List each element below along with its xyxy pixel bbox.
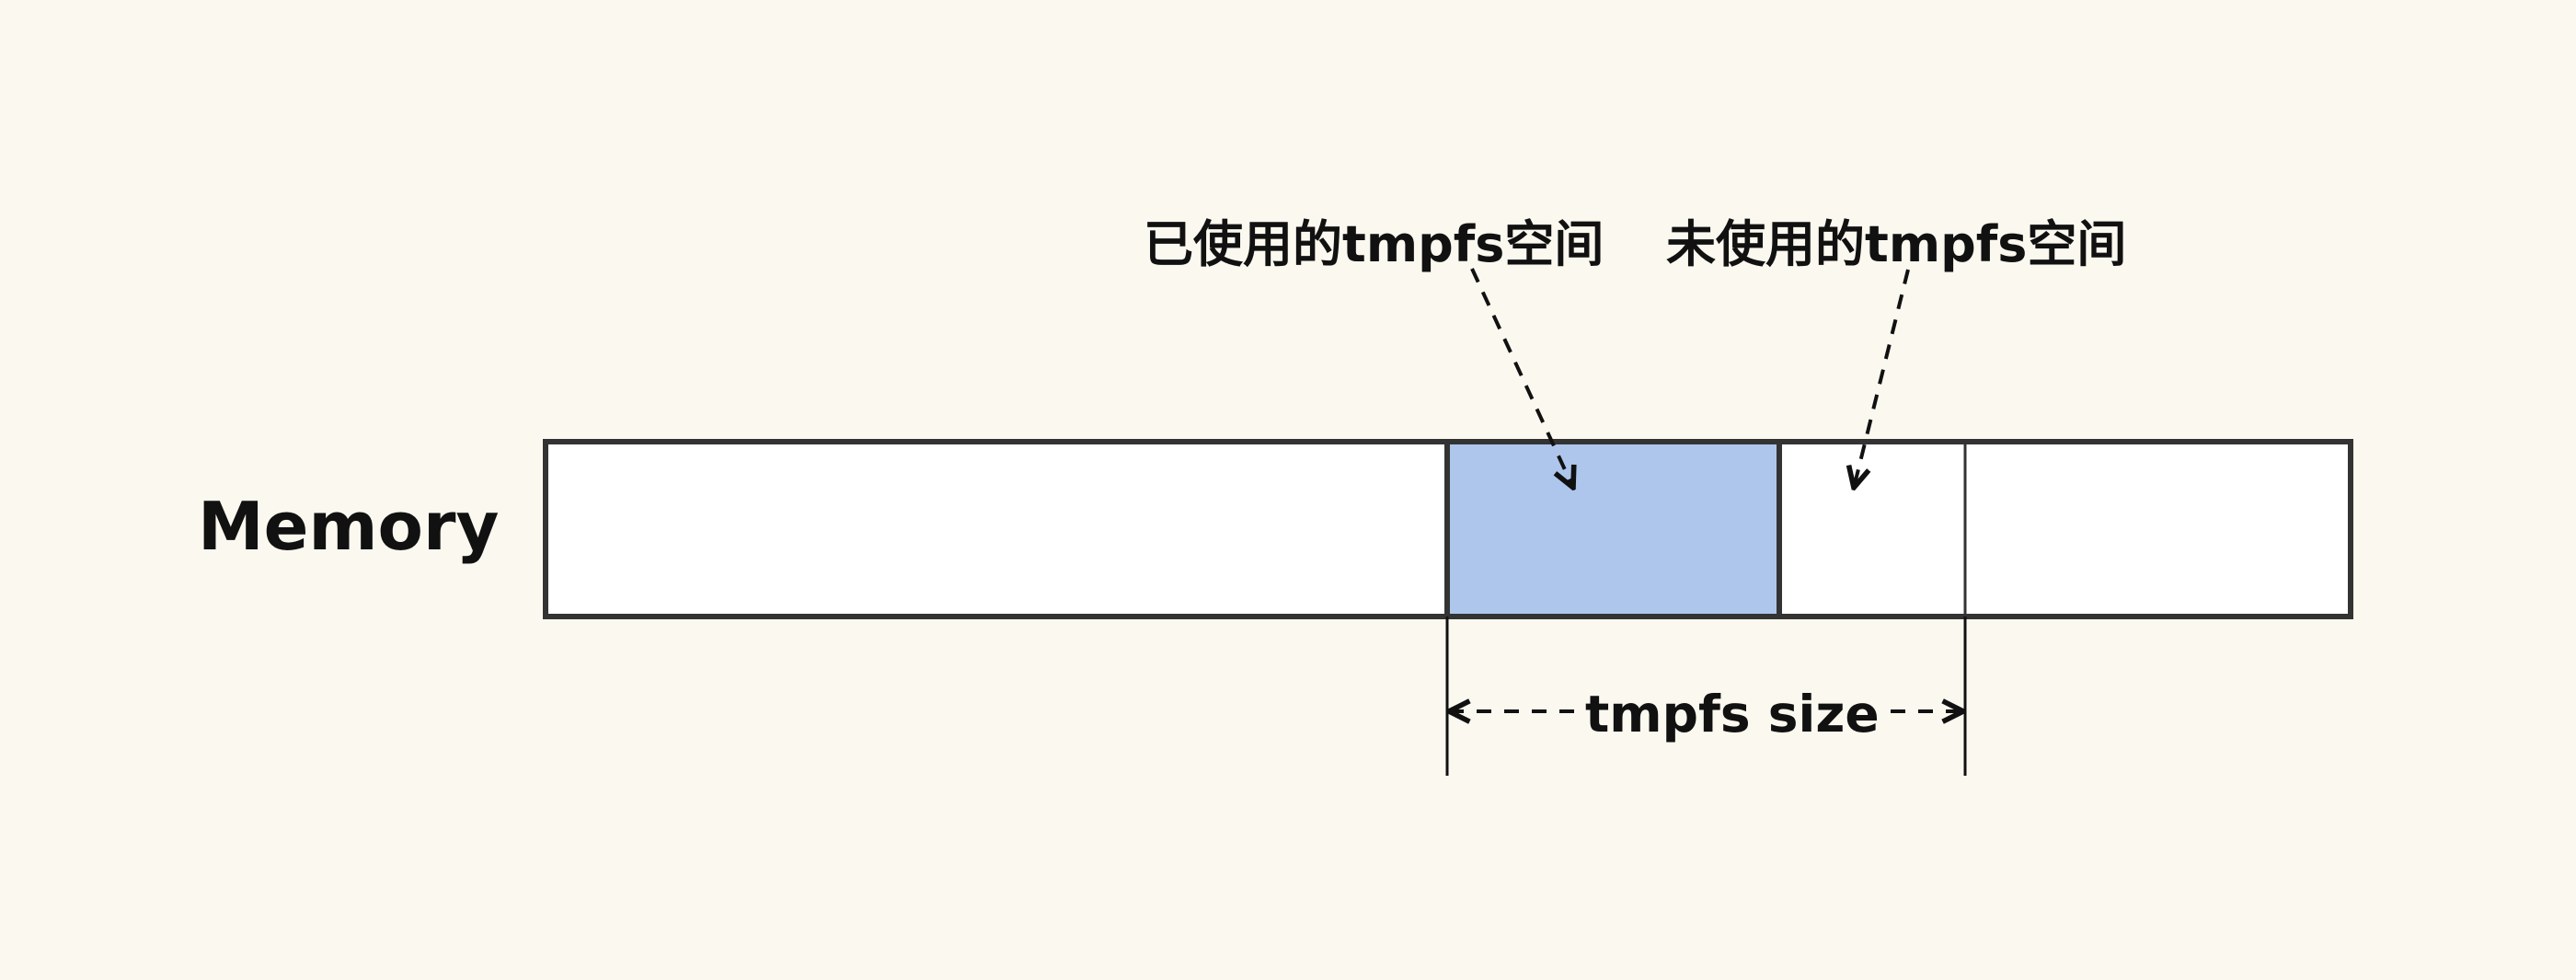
unused-tmpfs-space-label: 未使用的tmpfs空间 xyxy=(1666,215,2127,273)
memory-label: Memory xyxy=(198,488,500,565)
tmpfs-size-label: tmpfs size xyxy=(1580,689,1885,740)
used-tmpfs-space-label: 已使用的tmpfs空间 xyxy=(1144,215,1604,273)
used-tmpfs-segment xyxy=(1444,439,1782,619)
tmpfs-memory-diagram: Memory 已使用的tmpfs空间 未使用的tmpfs空间 tmpfs siz… xyxy=(0,0,2576,980)
